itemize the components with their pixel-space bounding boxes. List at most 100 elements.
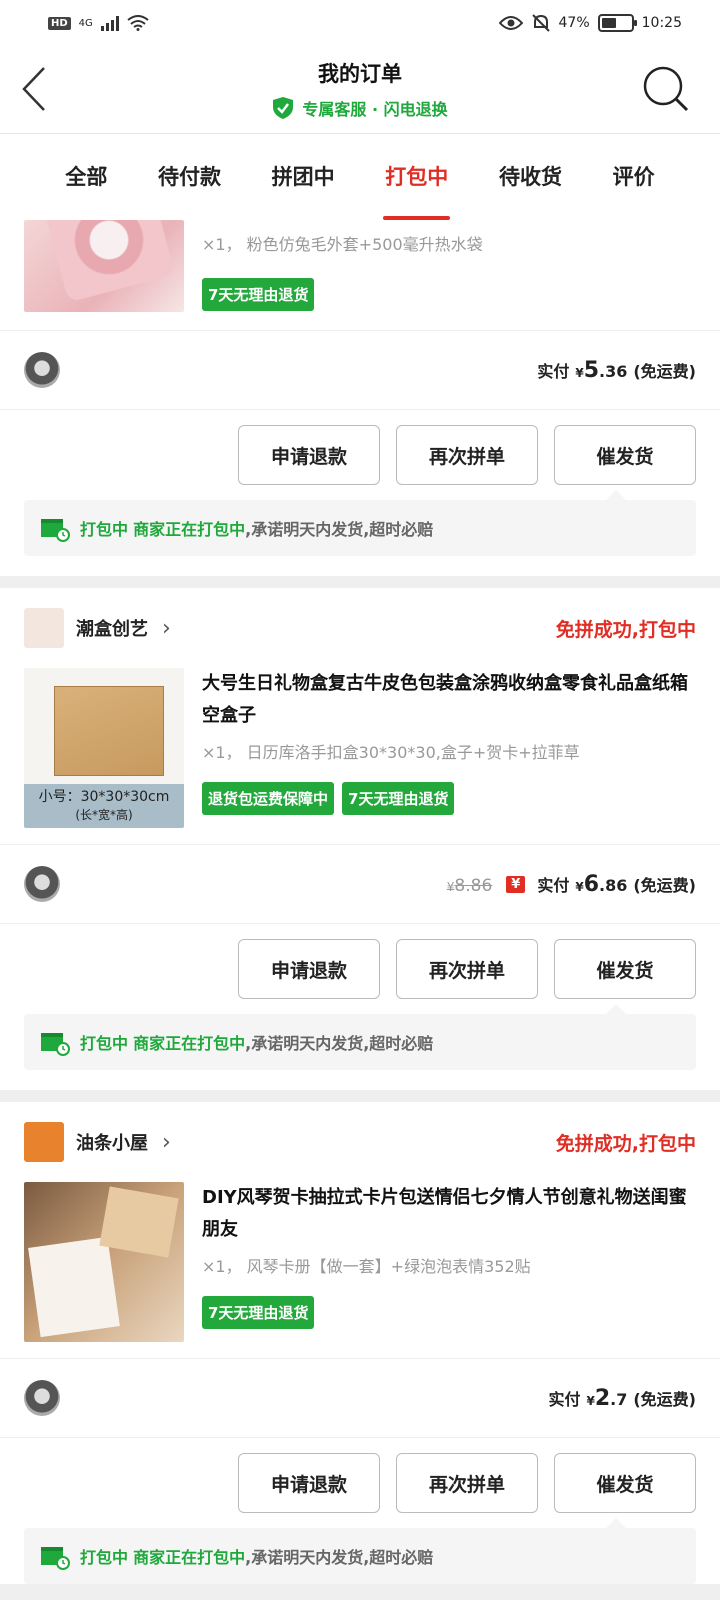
product-image[interactable] xyxy=(24,1182,184,1342)
envelope-photo xyxy=(99,1186,179,1258)
order-list: ×1， 粉色仿兔毛外套+500毫升热水袋 7天无理由退货 实付 ¥5.36 (免… xyxy=(0,220,720,1600)
shop-name[interactable]: 潮盒创艺 › xyxy=(24,608,171,648)
currency-symbol: ¥ xyxy=(575,365,584,380)
notice-state: 打包中 xyxy=(80,520,129,539)
clock: 10:25 xyxy=(641,15,682,31)
paid-label: 实付 xyxy=(537,361,570,381)
signal-icon xyxy=(100,15,119,31)
header: 我的订单 专属客服 · 闪电退换 xyxy=(0,46,720,134)
order-card: 潮盒创艺 › 免拼成功,打包中 小号：30*30*30cm (长*宽*高) 大号… xyxy=(0,588,720,1090)
amount-int: 6 xyxy=(583,871,600,897)
amount-int: 2 xyxy=(594,1385,611,1411)
action-row: 申请退款 再次拼单 催发货 xyxy=(0,924,720,1014)
gift-box-illustration xyxy=(54,686,164,776)
tab-packing[interactable]: 打包中 xyxy=(383,134,451,220)
avatar xyxy=(24,866,60,902)
paid-label: 实付 xyxy=(548,1389,581,1409)
greeting-card-photo xyxy=(28,1236,120,1338)
notice-state: 打包中 xyxy=(80,1548,129,1567)
service-text: 专属客服 · 闪电退换 xyxy=(302,100,448,119)
chevron-right-icon: › xyxy=(162,615,171,641)
amount-dec: .36 xyxy=(599,361,628,381)
eye-icon xyxy=(498,16,523,30)
regroup-button[interactable]: 再次拼单 xyxy=(396,939,538,999)
shipping-note: (免运费) xyxy=(633,1389,696,1409)
tab-pending-payment[interactable]: 待付款 xyxy=(158,134,221,220)
notice-state: 打包中 xyxy=(80,1034,129,1053)
goods-title: 大号生日礼物盒复古牛皮色包装盒涂鸦收纳盒零食礼品盒纸箱空盒子 xyxy=(202,673,688,726)
regroup-button[interactable]: 再次拼单 xyxy=(396,425,538,485)
goods-row[interactable]: DIY风琴贺卡抽拉式卡片包送情侣七夕情人节创意礼物送闺蜜朋友 ×1， 风琴卡册【… xyxy=(0,1172,720,1358)
packing-notice: 打包中 商家正在打包中,承诺明天内发货,超时必赔 xyxy=(24,1004,696,1070)
shop-name[interactable]: 油条小屋 › xyxy=(24,1122,171,1162)
notice-merchant: 商家正在打包中 xyxy=(133,1034,246,1053)
goods-row[interactable]: ×1， 粉色仿兔毛外套+500毫升热水袋 7天无理由退货 xyxy=(0,220,720,330)
tab-to-receive[interactable]: 待收货 xyxy=(499,134,562,220)
order-status: 免拼成功,打包中 xyxy=(555,1132,696,1155)
pay-row: ¥8.86 ¥ 实付 ¥6.86 (免运费) xyxy=(0,844,720,924)
goods-row[interactable]: 小号：30*30*30cm (长*宽*高) 大号生日礼物盒复古牛皮色包装盒涂鸦收… xyxy=(0,658,720,844)
battery-icon xyxy=(597,14,637,32)
currency-symbol: ¥ xyxy=(575,879,584,894)
pay-row: 实付 ¥5.36 (免运费) xyxy=(0,330,720,410)
status-bar: HD 4G 47% 10:25 xyxy=(0,0,720,46)
paid-amount: 实付 ¥5.36 (免运费) xyxy=(537,358,696,383)
avatar xyxy=(24,1380,60,1416)
return-shipping-badge: 退货包运费保障中 xyxy=(202,782,335,815)
currency-symbol: ¥ xyxy=(586,1393,595,1408)
shop-logo xyxy=(24,608,64,648)
package-clock-icon xyxy=(41,1033,70,1056)
product-image[interactable]: 小号：30*30*30cm (长*宽*高) xyxy=(24,668,184,828)
package-clock-icon xyxy=(41,1547,70,1570)
notice-merchant: 商家正在打包中 xyxy=(133,520,246,539)
urge-shipping-button[interactable]: 催发货 xyxy=(554,939,696,999)
return-badge: 7天无理由退货 xyxy=(202,278,315,311)
tab-review[interactable]: 评价 xyxy=(613,134,655,220)
refund-button[interactable]: 申请退款 xyxy=(238,1453,380,1513)
packing-notice: 打包中 商家正在打包中,承诺明天内发货,超时必赔 xyxy=(24,1518,696,1584)
order-tabs: 全部 待付款 拼团中 打包中 待收货 评价 xyxy=(0,134,720,220)
goods-title: DIY风琴贺卡抽拉式卡片包送情侣七夕情人节创意礼物送闺蜜朋友 xyxy=(202,1187,687,1240)
hd-indicator: HD xyxy=(48,16,71,30)
wifi-icon xyxy=(127,15,149,31)
urge-shipping-button[interactable]: 催发货 xyxy=(554,1453,696,1513)
shield-check-icon xyxy=(273,97,294,119)
discount-yen-icon: ¥ xyxy=(506,875,526,893)
order-status: 免拼成功,打包中 xyxy=(555,618,696,641)
regroup-button[interactable]: 再次拼单 xyxy=(396,1453,538,1513)
refund-button[interactable]: 申请退款 xyxy=(238,425,380,485)
amount-dec: .7 xyxy=(610,1389,628,1409)
shop-name-text: 潮盒创艺 xyxy=(76,619,148,640)
battery-percent: 47% xyxy=(558,15,590,31)
paid-amount: ¥8.86 ¥ 实付 ¥6.86 (免运费) xyxy=(447,872,696,897)
paid-label: 实付 xyxy=(537,875,570,895)
mute-bell-icon xyxy=(531,14,550,32)
original-price: ¥8.86 xyxy=(447,876,493,896)
service-banner[interactable]: 专属客服 · 闪电退换 xyxy=(0,96,720,120)
avatar xyxy=(24,352,60,388)
page-title: 我的订单 xyxy=(318,62,402,86)
tab-group-buying[interactable]: 拼团中 xyxy=(272,134,335,220)
notice-promise: ,承诺明天内发货,超时必赔 xyxy=(245,1034,434,1053)
product-image[interactable] xyxy=(24,220,184,312)
goods-spec: ×1， 日历库洛手扣盒30*30*30,盒子+贺卡+拉菲草 xyxy=(202,743,580,762)
refund-button[interactable]: 申请退款 xyxy=(238,939,380,999)
urge-shipping-button[interactable]: 催发货 xyxy=(554,425,696,485)
product-photo-detail xyxy=(42,220,176,303)
return-badge: 7天无理由退货 xyxy=(202,1296,315,1329)
shipping-note: (免运费) xyxy=(633,361,696,381)
size-caption-dims: (长*宽*高) xyxy=(75,808,133,822)
order-card: ×1， 粉色仿兔毛外套+500毫升热水袋 7天无理由退货 实付 ¥5.36 (免… xyxy=(0,220,720,576)
chevron-right-icon: › xyxy=(162,1129,171,1155)
packing-notice: 打包中 商家正在打包中,承诺明天内发货,超时必赔 xyxy=(24,490,696,556)
search-icon[interactable] xyxy=(642,64,690,114)
tab-all[interactable]: 全部 xyxy=(65,134,107,220)
original-price-value: 8.86 xyxy=(454,875,493,896)
notice-promise: ,承诺明天内发货,超时必赔 xyxy=(245,520,434,539)
shipping-note: (免运费) xyxy=(633,875,696,895)
amount-dec: .86 xyxy=(599,875,628,895)
network-label: 4G xyxy=(78,17,93,29)
pay-row: 实付 ¥2.7 (免运费) xyxy=(0,1358,720,1438)
action-row: 申请退款 再次拼单 催发货 xyxy=(0,1438,720,1528)
size-caption-main: 小号：30*30*30cm xyxy=(38,789,170,805)
